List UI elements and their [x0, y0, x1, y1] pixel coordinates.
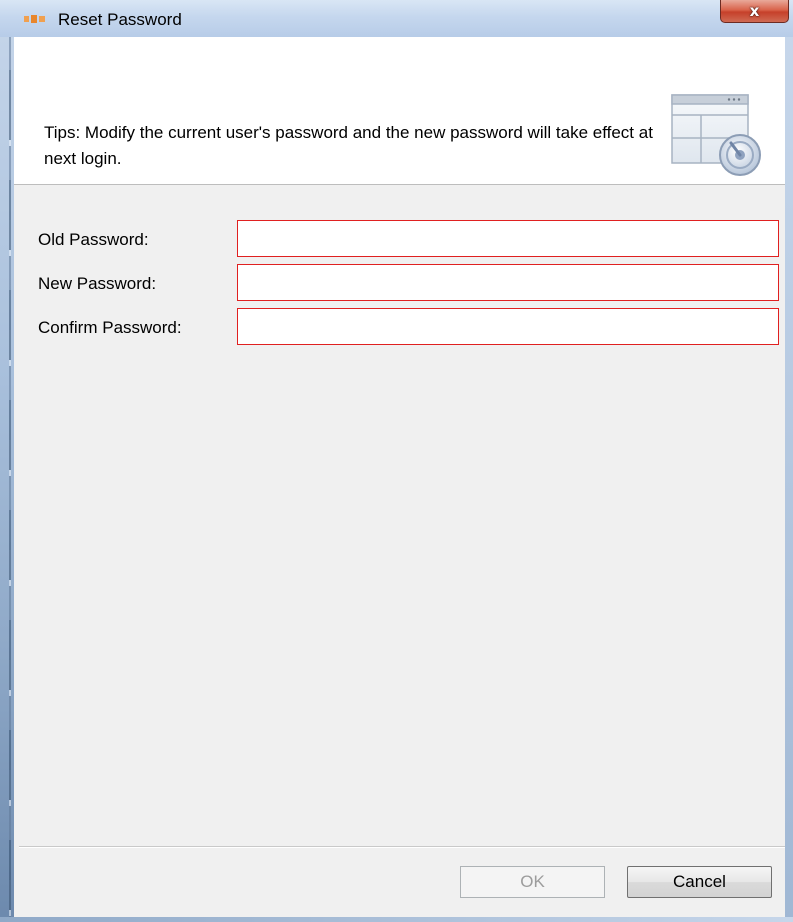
confirm-password-row: Confirm Password:	[14, 308, 785, 348]
new-password-label: New Password:	[38, 274, 157, 293]
window-title: Reset Password	[58, 10, 182, 29]
app-icon	[24, 15, 45, 23]
new-password-row: New Password:	[14, 264, 785, 304]
window-frame-left	[0, 0, 14, 922]
new-password-field[interactable]	[237, 264, 779, 301]
tips-text: Tips: Modify the current user's password…	[44, 123, 653, 168]
close-icon: x	[749, 2, 760, 20]
close-button[interactable]: x	[720, 0, 789, 23]
dialog-body: Tips: Modify the current user's password…	[14, 37, 785, 917]
old-password-row: Old Password:	[14, 220, 785, 260]
ok-button[interactable]: OK	[460, 866, 605, 898]
window-frame-right	[785, 0, 793, 922]
old-password-label: Old Password:	[38, 230, 149, 249]
tips-header: Tips: Modify the current user's password…	[14, 37, 785, 185]
cancel-button[interactable]: Cancel	[627, 866, 772, 898]
footer-divider	[19, 846, 785, 848]
reset-password-dialog: Reset Password x Tips: Modify the curren…	[0, 0, 793, 922]
settings-window-icon	[671, 94, 761, 176]
old-password-field[interactable]	[237, 220, 779, 257]
title-bar[interactable]: Reset Password x	[0, 0, 793, 37]
window-frame-bottom	[0, 917, 793, 922]
confirm-password-label: Confirm Password:	[38, 318, 182, 337]
confirm-password-field[interactable]	[237, 308, 779, 345]
